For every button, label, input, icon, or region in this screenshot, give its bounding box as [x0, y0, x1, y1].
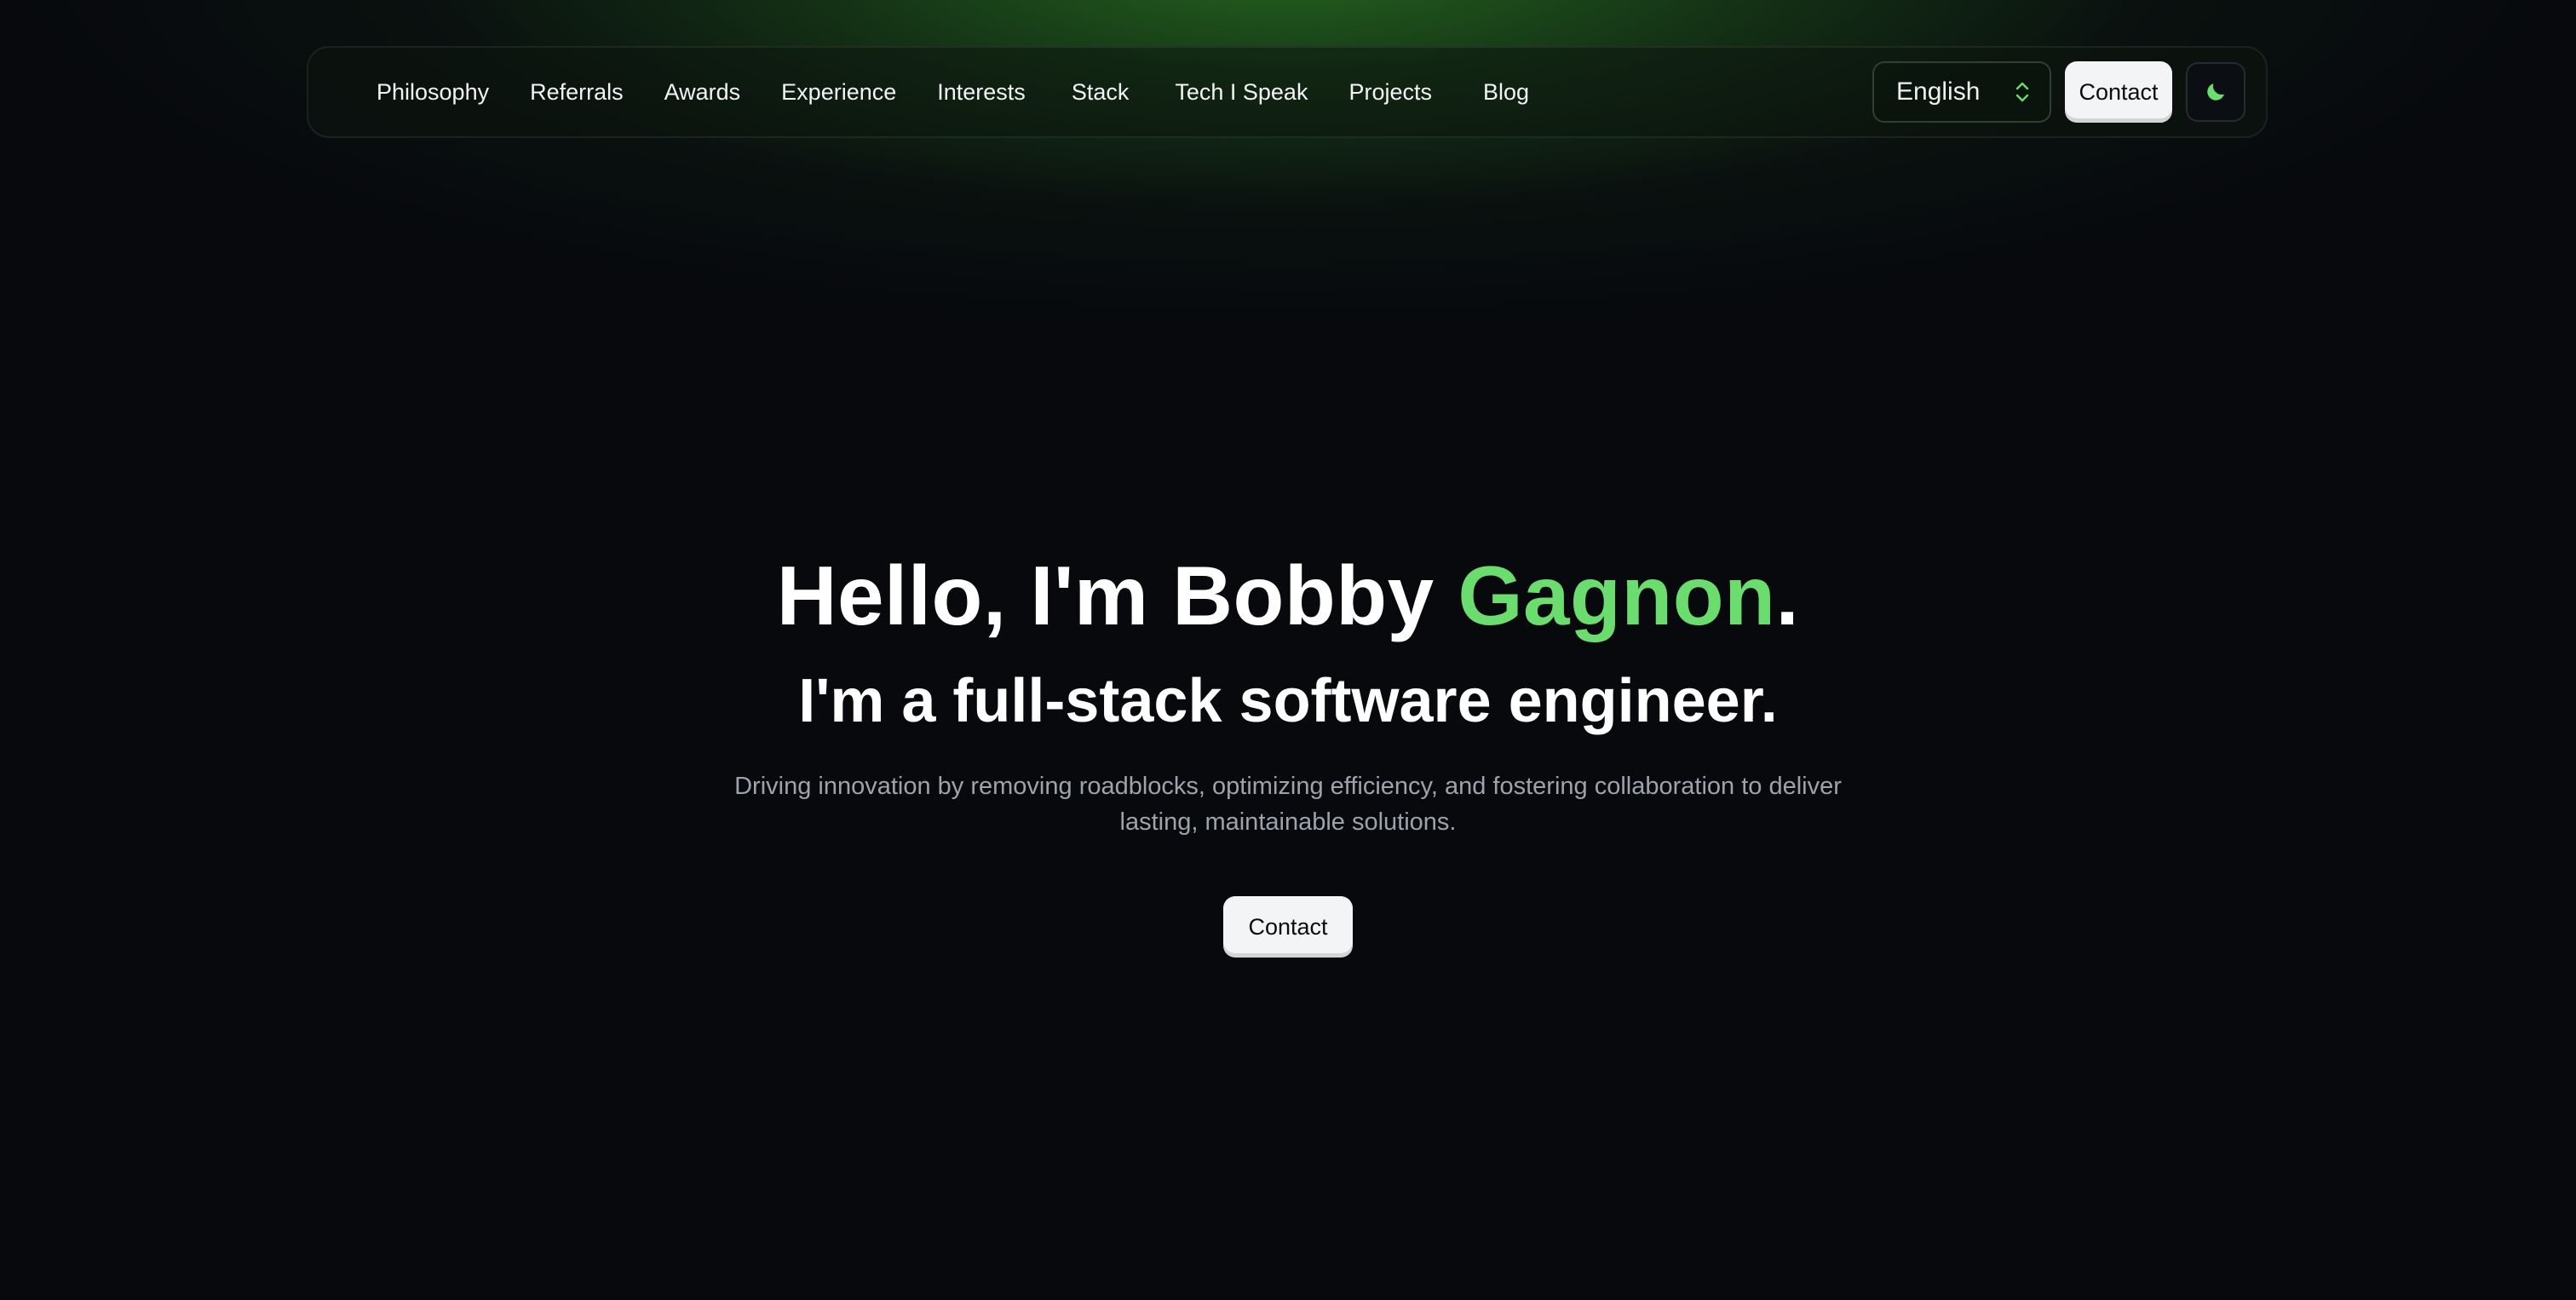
- hero-title: Hello, I'm Bobby Gagnon.: [0, 545, 2576, 646]
- hero-contact-button[interactable]: Contact: [1223, 896, 1353, 958]
- chevron-up-down-icon: [2015, 82, 2029, 102]
- nav-link-projects[interactable]: Projects: [1348, 79, 1432, 106]
- top-navbar: Philosophy Referrals Awards Experience I…: [307, 46, 2268, 138]
- hero-subtitle: I'm a full-stack software engineer.: [798, 667, 1778, 735]
- nav-link-referrals[interactable]: Referrals: [530, 79, 624, 106]
- nav-link-stack[interactable]: Stack: [1072, 79, 1130, 106]
- hero-title-highlight: Gagnon: [1458, 549, 1776, 642]
- nav-contact-button[interactable]: Contact: [2065, 61, 2172, 123]
- nav-link-experience[interactable]: Experience: [781, 79, 896, 106]
- nav-link-interests[interactable]: Interests: [937, 79, 1026, 106]
- nav-link-philosophy[interactable]: Philosophy: [377, 79, 489, 106]
- nav-links: Philosophy Referrals Awards Experience I…: [308, 48, 1529, 136]
- nav-link-awards[interactable]: Awards: [664, 79, 741, 106]
- nav-link-tech-i-speak[interactable]: Tech I Speak: [1175, 79, 1308, 106]
- nav-link-blog[interactable]: Blog: [1483, 79, 1529, 106]
- hero-title-suffix: .: [1775, 549, 1800, 642]
- theme-toggle-button[interactable]: [2186, 62, 2245, 122]
- hero-title-prefix: Hello, I'm Bobby: [776, 549, 1458, 642]
- hero-section: Hello, I'm Bobby Gagnon. I'm a full-stac…: [0, 545, 2576, 958]
- moon-icon: [2207, 83, 2224, 101]
- nav-actions: English Contact: [1872, 61, 2245, 123]
- page: Philosophy Referrals Awards Experience I…: [0, 0, 2576, 1300]
- hero-description: Driving innovation by removing roadblock…: [734, 773, 1842, 836]
- language-select[interactable]: English: [1872, 61, 2051, 123]
- language-select-value: English: [1896, 78, 1981, 106]
